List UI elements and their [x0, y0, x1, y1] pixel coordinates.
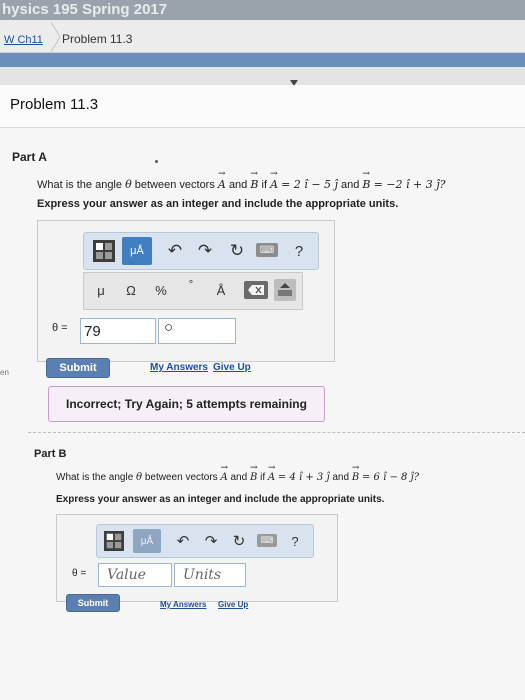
reset-icon[interactable]: ↻ [226, 239, 248, 263]
help-icon[interactable]: ? [288, 239, 310, 263]
backspace-icon[interactable] [244, 281, 268, 299]
part-b-theta-label: θ = [72, 568, 87, 579]
breadcrumb-current: Problem 11.3 [62, 32, 133, 46]
part-a-theta-label: θ = [52, 322, 68, 334]
nav-strip [0, 53, 525, 67]
keyboard-icon[interactable]: ⌨ [256, 243, 278, 257]
help-icon[interactable]: ? [285, 530, 305, 552]
angstrom-symbol-button[interactable]: Å [210, 283, 232, 298]
part-b-toolbar: μÅ ↶ ↷ ↻ ⌨ ? [96, 524, 314, 558]
part-a-question: What is the angle θ between vectors A an… [37, 178, 446, 191]
part-a-give-up-link[interactable]: Give Up [213, 362, 251, 373]
dot-marker [155, 160, 158, 163]
degree-symbol-button[interactable]: ° [180, 279, 202, 291]
part-a-feedback: Incorrect; Try Again; 5 attempts remaini… [48, 386, 325, 422]
part-a-toolbar: μÅ ↶ ↷ ↻ ⌨ ? [83, 232, 319, 270]
course-header: hysics 195 Spring 2017 [0, 0, 525, 20]
percent-symbol-button[interactable]: % [150, 283, 172, 298]
breadcrumb-separator-icon [50, 22, 61, 52]
redo-icon[interactable]: ↷ [194, 239, 216, 263]
part-b-give-up-link[interactable]: Give Up [218, 600, 248, 609]
course-title: hysics 195 Spring 2017 [2, 1, 168, 18]
redo-icon[interactable]: ↷ [201, 530, 221, 552]
undo-icon[interactable]: ↶ [173, 530, 193, 552]
part-b-value-input[interactable]: Value [98, 563, 172, 587]
part-b-my-answers-link[interactable]: My Answers [160, 600, 206, 609]
part-b-label: Part B [34, 448, 67, 460]
units-symbol-button[interactable]: μÅ [122, 237, 152, 265]
keyboard-icon[interactable]: ⌨ [257, 534, 277, 547]
breadcrumb-link[interactable]: W Ch11 [4, 34, 43, 46]
part-a-symbol-panel: μ Ω % ° Å [83, 272, 303, 310]
mu-symbol-button[interactable]: μ [90, 283, 112, 298]
toolbar-band [0, 67, 525, 85]
part-a-units-input[interactable]: ○ [158, 318, 236, 344]
templates-icon[interactable] [92, 239, 116, 263]
units-symbol-button[interactable]: μÅ [133, 529, 161, 553]
part-a-instruction: Express your answer as an integer and in… [37, 198, 399, 210]
part-divider [28, 432, 525, 434]
part-b-submit-button[interactable]: Submit [66, 594, 120, 612]
part-a-label: Part A [12, 150, 47, 164]
part-b-instruction: Express your answer as an integer and in… [56, 494, 385, 505]
reset-icon[interactable]: ↻ [229, 530, 249, 552]
part-a-submit-button[interactable]: Submit [46, 358, 110, 378]
side-marker: en [0, 368, 9, 377]
keyboard-toggle-icon[interactable] [274, 279, 296, 301]
undo-icon[interactable]: ↶ [164, 239, 186, 263]
templates-icon[interactable] [103, 530, 125, 552]
part-a-my-answers-link[interactable]: My Answers [150, 362, 208, 373]
problem-title: Problem 11.3 [10, 96, 99, 113]
part-a-value-input[interactable]: 79 [80, 318, 156, 344]
part-b-units-input[interactable]: Units [174, 563, 246, 587]
part-b-question: What is the angle θ between vectors A an… [56, 472, 419, 483]
omega-symbol-button[interactable]: Ω [120, 283, 142, 298]
